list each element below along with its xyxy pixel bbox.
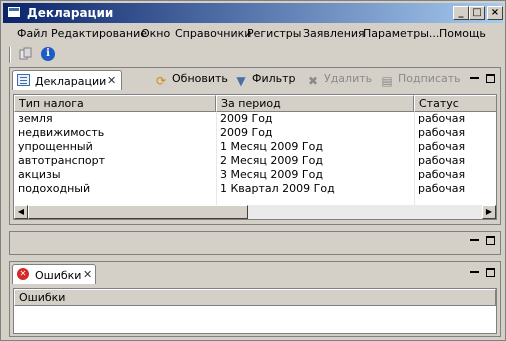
declarations-table: Тип налога За период Статус земля 2009 Г… [13, 94, 497, 220]
column-header-tax-type[interactable]: Тип налога [14, 95, 216, 112]
menu-window[interactable]: Окно [141, 27, 170, 40]
refresh-icon: ⟳ [155, 74, 167, 88]
application-window: Декларации _ □ × Файл Редактирование Окн… [0, 0, 506, 341]
horizontal-scrollbar[interactable]: ◀ ▶ [14, 205, 496, 219]
sign-label: Подписать [398, 72, 461, 85]
filter-icon: ▼ [236, 74, 246, 88]
scroll-thumb[interactable] [28, 205, 248, 219]
sign-icon: ▤ [381, 74, 393, 88]
cell-period: 1 Квартал 2009 Год [220, 182, 335, 195]
menu-edit[interactable]: Редактирование [51, 27, 147, 40]
refresh-label: Обновить [172, 72, 228, 85]
sign-button[interactable]: ▤ Подписать [380, 72, 461, 88]
cell-tax-type: акцизы [18, 168, 61, 181]
empty-view-minimize-icon[interactable] [470, 236, 479, 241]
cell-tax-type: недвижимость [18, 126, 105, 139]
view-minimize-icon[interactable] [470, 74, 479, 79]
errors-view: ✕ Ошибки ✕ Ошибки [9, 261, 501, 337]
cell-tax-type: автотранспорт [18, 154, 106, 167]
app-icon [7, 6, 21, 18]
table-row[interactable]: акцизы 3 Месяц 2009 Год рабочая [14, 168, 496, 182]
cell-period: 3 Месяц 2009 Год [220, 168, 323, 181]
table-row[interactable]: упрощенный 1 Месяц 2009 Год рабочая [14, 140, 496, 154]
cell-status: рабочая [418, 168, 466, 181]
menu-registers[interactable]: Регистры [247, 27, 301, 40]
maximize-button[interactable]: □ [469, 6, 485, 20]
delete-button[interactable]: ✖ Удалить [306, 72, 372, 88]
table-row[interactable]: недвижимость 2009 Год рабочая [14, 126, 496, 140]
filter-label: Фильтр [252, 72, 296, 85]
tab-errors[interactable]: ✕ Ошибки ✕ [12, 264, 96, 284]
close-tab-icon[interactable]: ✕ [83, 268, 92, 281]
table-row[interactable]: автотранспорт 2 Месяц 2009 Год рабочая [14, 154, 496, 168]
menu-help[interactable]: Помощь [439, 27, 486, 40]
table-row[interactable]: подоходный 1 Квартал 2009 Год рабочая [14, 182, 496, 196]
error-icon: ✕ [17, 268, 29, 280]
tab-declarations[interactable]: Декларации ✕ [12, 70, 122, 90]
menu-applications[interactable]: Заявления [303, 27, 365, 40]
cell-status: рабочая [418, 140, 466, 153]
close-button[interactable]: × [487, 6, 503, 20]
errors-table: Ошибки [13, 288, 497, 334]
cell-tax-type: земля [18, 112, 53, 125]
table-header: Тип налога За период Статус [14, 95, 496, 112]
title-bar[interactable]: Декларации _ □ × [3, 3, 503, 23]
toolbar-grip [9, 47, 11, 63]
refresh-button[interactable]: ⟳ Обновить [154, 72, 228, 88]
view-maximize-icon[interactable] [486, 74, 495, 83]
column-header-period[interactable]: За период [216, 95, 414, 112]
cell-status: рабочая [418, 182, 466, 195]
declarations-view: Декларации ✕ ⟳ Обновить ▼ Фильтр ✖ Удалить … [9, 67, 501, 225]
delete-icon: ✖ [307, 74, 319, 88]
cell-status: рабочая [418, 154, 466, 167]
table-row[interactable]: земля 2009 Год рабочая [14, 112, 496, 126]
scroll-right-icon[interactable]: ▶ [482, 205, 496, 219]
empty-view [9, 231, 501, 255]
empty-view-maximize-icon[interactable] [486, 236, 495, 245]
document-icon [17, 74, 30, 86]
copy-icon[interactable] [19, 47, 33, 61]
minimize-button[interactable]: _ [453, 6, 469, 20]
cell-tax-type: подоходный [18, 182, 91, 195]
errors-view-maximize-icon[interactable] [486, 268, 495, 277]
cell-period: 2 Месяц 2009 Год [220, 154, 323, 167]
cell-period: 1 Месяц 2009 Год [220, 140, 323, 153]
errors-view-minimize-icon[interactable] [470, 268, 479, 273]
window-title: Декларации [27, 6, 114, 20]
column-header-status[interactable]: Статус [414, 95, 496, 112]
column-header-errors[interactable]: Ошибки [14, 289, 496, 306]
menu-bar: Файл Редактирование Окно Справочники Рег… [3, 25, 503, 43]
cell-tax-type: упрощенный [18, 140, 93, 153]
menu-directories[interactable]: Справочники [175, 27, 251, 40]
cell-period: 2009 Год [220, 112, 273, 125]
scroll-left-icon[interactable]: ◀ [14, 205, 28, 219]
menu-parameters[interactable]: Параметры... [363, 27, 439, 40]
main-toolbar: i [3, 45, 503, 65]
cell-status: рабочая [418, 112, 466, 125]
filter-button[interactable]: ▼ Фильтр [234, 72, 296, 88]
info-icon[interactable]: i [41, 47, 55, 61]
close-tab-icon[interactable]: ✕ [107, 74, 116, 87]
tab-declarations-label: Декларации [35, 75, 107, 88]
tab-errors-label: Ошибки [35, 269, 82, 282]
delete-label: Удалить [324, 72, 373, 85]
menu-file[interactable]: Файл [17, 27, 47, 40]
cell-status: рабочая [418, 126, 466, 139]
cell-period: 2009 Год [220, 126, 273, 139]
